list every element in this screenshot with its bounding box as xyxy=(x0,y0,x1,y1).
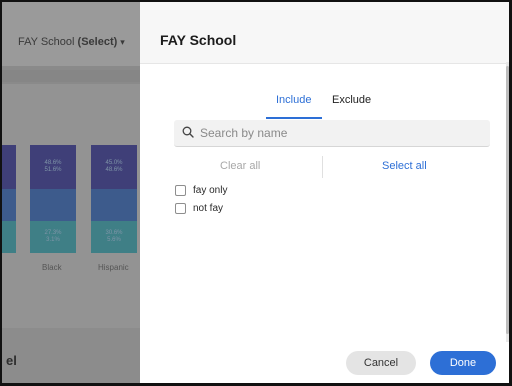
segment-value: 5.6% xyxy=(107,237,121,243)
search-icon xyxy=(182,126,194,138)
option-label: not fay xyxy=(193,202,224,214)
done-button[interactable]: Done xyxy=(430,351,496,375)
segment-value: 48.6% xyxy=(44,160,62,166)
background-page: FAY School (Select) ▾ 48.6% 51.6% 27.3% 3… xyxy=(2,2,140,384)
option-fay-only[interactable]: fay only xyxy=(175,183,227,197)
segment-value: 3.1% xyxy=(46,237,60,243)
chevron-down-icon: ▾ xyxy=(120,37,125,47)
active-tab-indicator xyxy=(266,117,322,119)
scrollbar-thumb[interactable] xyxy=(506,66,509,334)
bar-segment: 45.0% 48.6% xyxy=(91,145,137,189)
cancel-button[interactable]: Cancel xyxy=(346,351,416,375)
background-filter-dropdown: FAY School (Select) ▾ xyxy=(18,36,125,48)
bar-segment xyxy=(91,189,137,221)
checkbox[interactable] xyxy=(175,184,186,196)
scrollbar[interactable] xyxy=(506,62,509,342)
select-all-button[interactable]: Select all xyxy=(382,160,427,172)
bar-segment: 48.6% 51.6% xyxy=(30,145,76,189)
background-topbar xyxy=(2,2,140,66)
background-bottom-section xyxy=(2,328,140,384)
background-section-title: el xyxy=(6,353,17,368)
option-label: fay only xyxy=(193,184,228,196)
tab-include[interactable]: Include xyxy=(276,94,311,106)
segment-value: 48.6% xyxy=(105,167,123,173)
bar-segment: 27.3% 3.1% xyxy=(30,221,76,253)
bar-segment: 30.6% 5.6% xyxy=(91,221,137,253)
bar-label: Hispanic xyxy=(98,263,129,272)
bar-segment xyxy=(30,189,76,221)
modal-title: FAY School xyxy=(160,32,237,48)
segment-value: 27.3% xyxy=(44,230,62,236)
option-not-fay[interactable]: not fay xyxy=(175,201,223,215)
divider xyxy=(322,156,323,178)
segment-value: 45.0% xyxy=(105,160,123,166)
bar-label: Black xyxy=(42,263,62,272)
search-input[interactable] xyxy=(200,124,480,142)
background-filter-name: FAY School xyxy=(18,36,75,48)
checkbox[interactable] xyxy=(175,202,186,214)
tab-exclude[interactable]: Exclude xyxy=(332,94,371,106)
background-bar-partial xyxy=(2,145,16,253)
filter-modal: FAY School Include Exclude Clear all Sel… xyxy=(140,2,509,383)
search-box[interactable] xyxy=(174,120,490,147)
modal-header: FAY School xyxy=(140,2,509,64)
background-strip xyxy=(2,70,140,82)
segment-value: 51.6% xyxy=(44,167,62,173)
background-filter-state: (Select) xyxy=(77,36,118,48)
background-bar-hispanic: 45.0% 48.6% 30.6% 5.6% xyxy=(91,145,137,253)
clear-all-button[interactable]: Clear all xyxy=(220,160,260,172)
segment-value: 30.6% xyxy=(105,230,123,236)
background-bar-black: 48.6% 51.6% 27.3% 3.1% xyxy=(30,145,76,253)
